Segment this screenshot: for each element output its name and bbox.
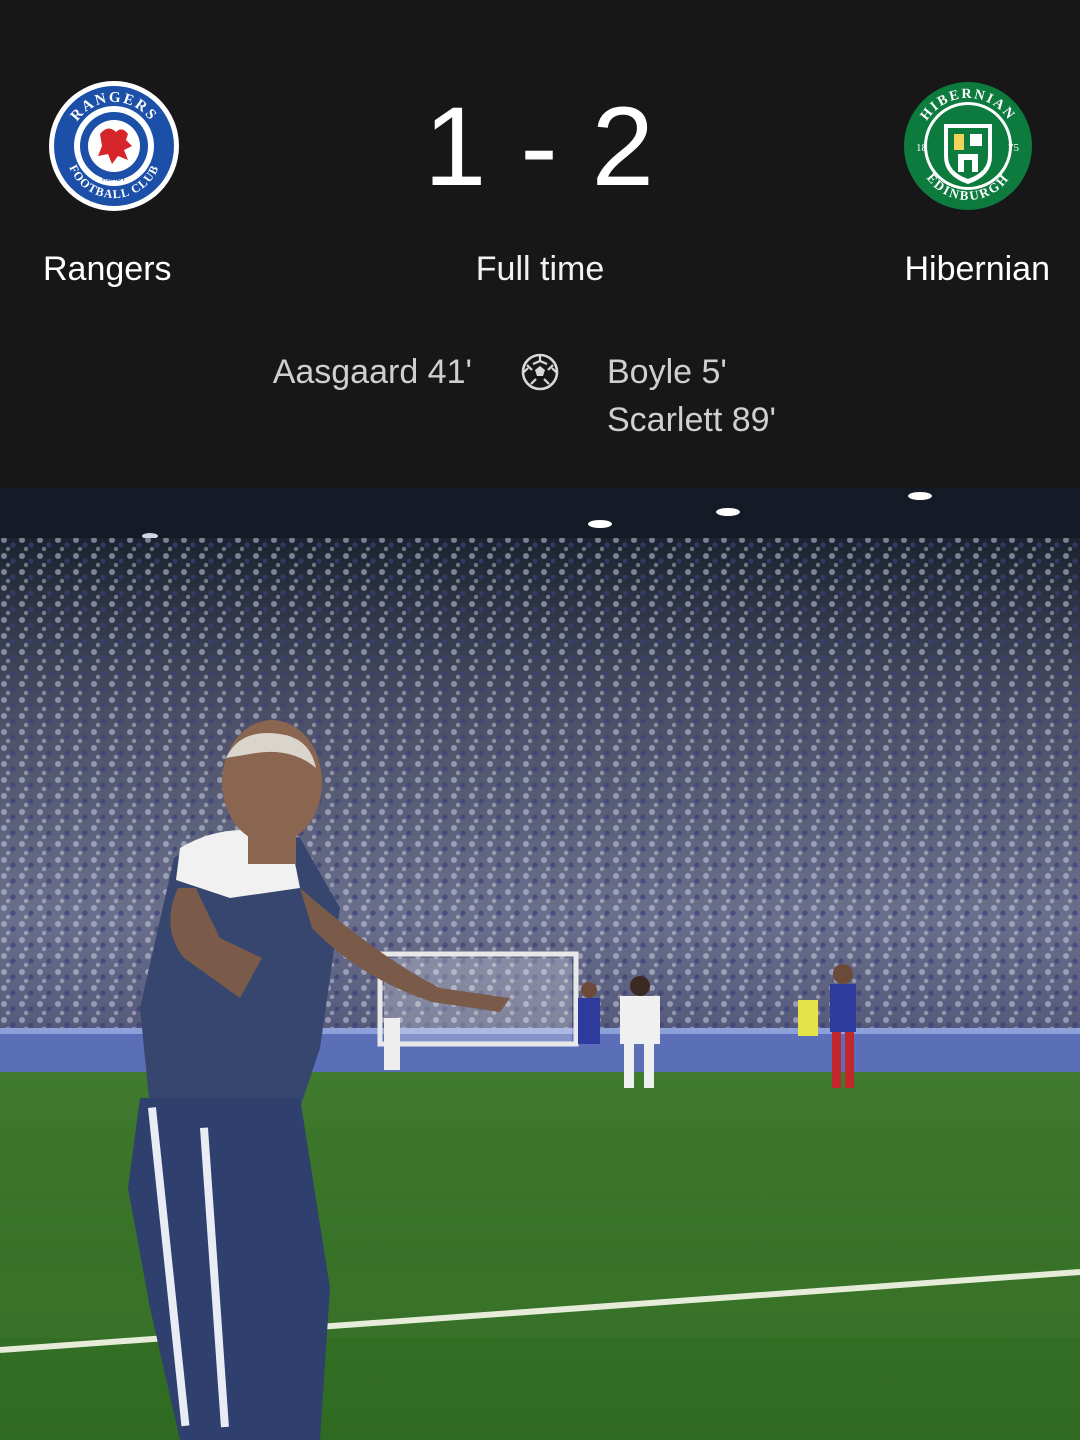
score-separator: - [520, 83, 560, 209]
away-goal-item: Scarlett 89' [607, 401, 777, 439]
home-team-name[interactable]: Rangers [43, 250, 172, 289]
hibernian-crest-year-right: 75 [1008, 142, 1020, 154]
away-goal-item: Boyle 5' [607, 353, 727, 391]
match-score-card: RANGERS FOOTBALL CLUB READY 1 - 2 HIBERN… [0, 0, 1080, 488]
home-goal-item: Aasgaard 41' [272, 353, 472, 391]
match-status: Full time [475, 250, 605, 288]
rangers-crest-icon[interactable]: RANGERS FOOTBALL CLUB READY [48, 80, 180, 212]
home-goal-list: Aasgaard 41' [273, 350, 472, 398]
football-icon [520, 352, 560, 392]
away-team-name[interactable]: Hibernian [904, 250, 1050, 289]
rangers-crest-motto: READY [102, 176, 126, 183]
away-score: 2 [591, 83, 656, 209]
hibernian-crest-year-left: 18 [916, 142, 928, 154]
hibernian-crest-icon[interactable]: HIBERNIAN EDINBURGH 18 75 [902, 80, 1034, 212]
match-photo-image [0, 488, 1080, 1440]
scoreline: 1 - 2 [340, 84, 740, 209]
away-goal-list: Boyle 5' Scarlett 89' [607, 350, 776, 446]
home-score: 1 [424, 83, 489, 209]
